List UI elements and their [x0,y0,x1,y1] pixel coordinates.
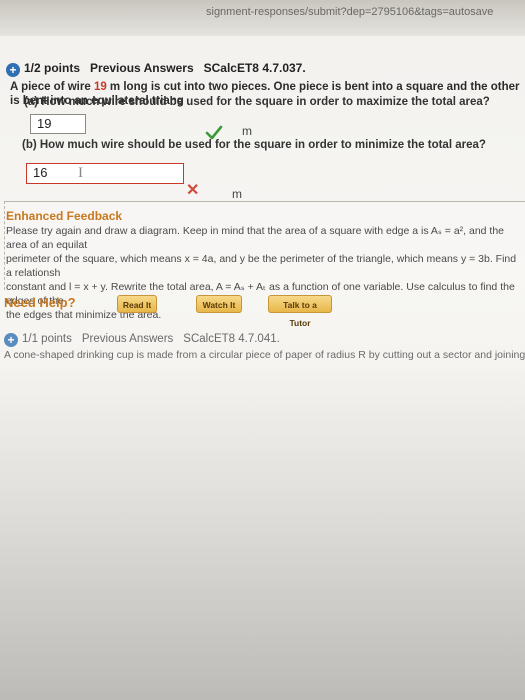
wire-length-value: 19 [93,81,107,93]
question2-previous-answers[interactable]: Previous Answers [82,333,173,345]
question1-previous-answers[interactable]: Previous Answers [90,61,194,75]
assignment-page: signment-responses/submit?dep=2795106&ta… [0,0,525,700]
feedback-line: the edges that minimize the area. [6,309,162,321]
question1-points: 1/2 points [24,61,81,75]
watch-it-button[interactable]: Watch It [196,295,242,313]
feedback-line: constant and l = x + y. Rewrite the tota… [6,281,515,307]
feedback-title: Enhanced Feedback [6,209,123,223]
expand-plus-icon[interactable]: + [6,63,20,77]
photo-shadow [0,360,525,700]
question2-points: 1/1 points [22,333,72,345]
part-a-unit: m [242,124,252,138]
question1-header: +1/2 points Previous Answers SCalcET8 4.7.… [6,61,306,77]
need-help-label: Need Help? [4,295,76,310]
part-a-label: (a) How much wire should be used for the… [24,96,490,108]
feedback-line: perimeter of the square, which means x =… [6,253,517,279]
question2-header: +1/1 points Previous Answers SCalcET8 4.7.… [4,333,280,347]
read-it-button[interactable]: Read It [117,295,157,313]
part-a-answer-input[interactable]: 19 [30,114,86,134]
part-b-unit: m [232,187,242,201]
text-cursor-icon: I [78,165,83,181]
question1-code: SCalcET8 4.7.037. [203,61,306,75]
incorrect-x-icon: ✕ [186,182,200,199]
part-b-label: (b) How much wire should be used for the… [22,139,486,151]
part-b-answer-input[interactable]: 16 [26,163,184,184]
talk-to-tutor-button[interactable]: Talk to a Tutor [268,295,332,328]
feedback-line: Please try again and draw a diagram. Kee… [6,225,505,251]
url-text: signment-responses/submit?dep=2795106&ta… [206,6,494,18]
question2-code: SCalcET8 4.7.041. [183,333,280,345]
browser-url-bar[interactable]: signment-responses/submit?dep=2795106&ta… [0,0,525,36]
expand-plus-icon[interactable]: + [4,333,18,347]
feedback-body: Please try again and draw a diagram. Kee… [6,224,521,322]
